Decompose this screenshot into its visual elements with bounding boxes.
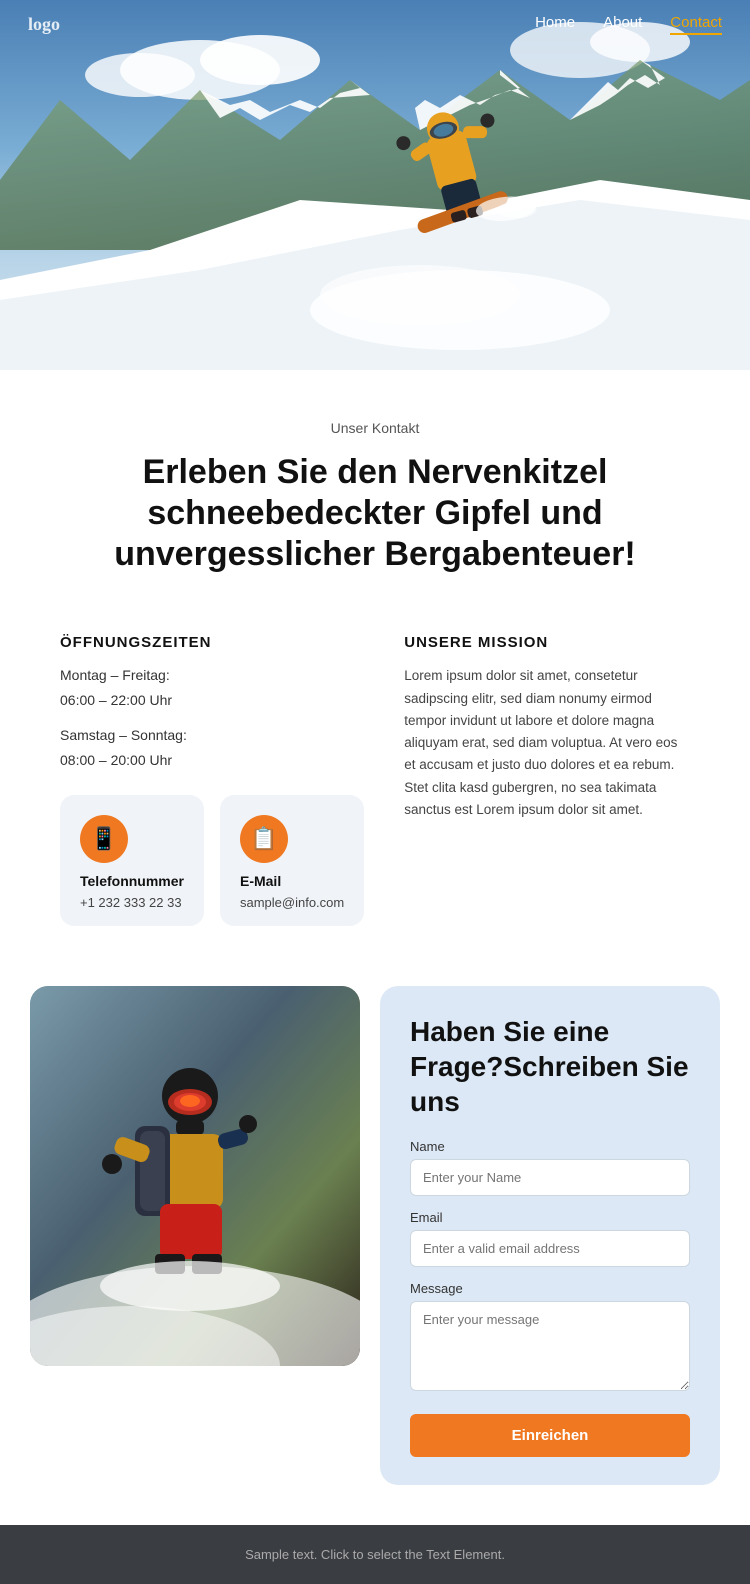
bottom-section: Haben Sie eine Frage?Schreiben Sie uns N… [0, 976, 750, 1495]
email-field-label: Email [410, 1210, 690, 1225]
nav-links: Home About Contact [535, 14, 722, 35]
email-value: sample@info.com [240, 895, 344, 910]
email-group: Email [410, 1210, 690, 1267]
footer: Sample text. Click to select the Text El… [0, 1525, 750, 1584]
footer-text: Sample text. Click to select the Text El… [22, 1547, 728, 1562]
name-label: Name [410, 1139, 690, 1154]
nav-home[interactable]: Home [535, 14, 575, 35]
weekday-time: 06:00 – 22:00 Uhr [60, 690, 364, 711]
mission-title: UNSERE MISSION [404, 634, 690, 651]
section-title: Erleben Sie den Nervenkitzel schneebedec… [60, 452, 690, 574]
section-label: Unser Kontakt [60, 420, 690, 436]
contact-form-box: Haben Sie eine Frage?Schreiben Sie uns N… [380, 986, 720, 1485]
nav-contact[interactable]: Contact [670, 14, 722, 35]
weekend-time: 08:00 – 20:00 Uhr [60, 750, 364, 771]
message-group: Message [410, 1281, 690, 1396]
mission-text: Lorem ipsum dolor sit amet, consetetur s… [404, 665, 690, 821]
navigation: logo Home About Contact [0, 0, 750, 49]
snowboarder-photo [30, 986, 360, 1366]
form-question: Haben Sie eine Frage?Schreiben Sie uns [410, 1014, 690, 1119]
weekday-label: Montag – Freitag: [60, 665, 364, 686]
message-label: Message [410, 1281, 690, 1296]
nav-about[interactable]: About [603, 14, 642, 35]
submit-button[interactable]: Einreichen [410, 1414, 690, 1457]
contact-cards: 📱 Telefonnummer +1 232 333 22 33 📋 E-Mai… [60, 795, 364, 926]
hours-title: ÖFFNUNGSZEITEN [60, 634, 364, 651]
hours-column: ÖFFNUNGSZEITEN Montag – Freitag: 06:00 –… [60, 634, 364, 926]
message-textarea[interactable] [410, 1301, 690, 1391]
phone-card: 📱 Telefonnummer +1 232 333 22 33 [60, 795, 204, 926]
hero-section: logo Home About Contact [0, 0, 750, 370]
weekend-label: Samstag – Sonntag: [60, 725, 364, 746]
mission-column: UNSERE MISSION Lorem ipsum dolor sit ame… [404, 634, 690, 821]
email-input[interactable] [410, 1230, 690, 1267]
email-label: E-Mail [240, 873, 344, 889]
phone-label: Telefonnummer [80, 873, 184, 889]
info-columns: ÖFFNUNGSZEITEN Montag – Freitag: 06:00 –… [0, 604, 750, 956]
phone-value: +1 232 333 22 33 [80, 895, 184, 910]
email-card: 📋 E-Mail sample@info.com [220, 795, 364, 926]
email-icon: 📋 [240, 815, 288, 863]
name-input[interactable] [410, 1159, 690, 1196]
logo[interactable]: logo [28, 14, 60, 35]
phone-icon: 📱 [80, 815, 128, 863]
name-group: Name [410, 1139, 690, 1196]
contact-header: Unser Kontakt Erleben Sie den Nervenkitz… [0, 370, 750, 604]
